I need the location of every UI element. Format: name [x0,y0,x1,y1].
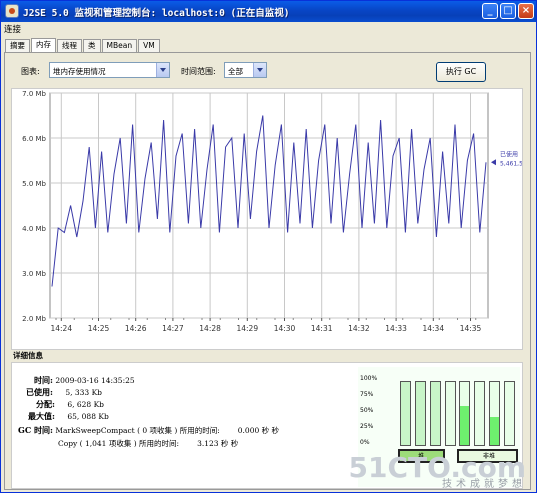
chevron-down-icon[interactable] [156,63,169,77]
x-tick-label: 14:33 [385,324,407,333]
pool-tick: 75% [360,391,374,398]
maximize-button[interactable]: □ [500,3,516,19]
legend-label: 已使用 [500,150,518,158]
allocated-label: 分配: [36,399,55,409]
pool-bar[interactable] [504,381,515,446]
gc-time-label: GC 时间: [18,425,53,435]
menu-connection[interactable]: 连接 [4,25,21,35]
gc-marksweep-text: MarkSweepCompact ( 0 项收集 ) 所用的时间: [55,426,220,435]
tab-strip: 摘要 内存 线程 类 MBean VM [5,38,161,53]
pool-tick: 25% [360,423,374,430]
x-tick-label: 14:26 [125,324,147,333]
close-button[interactable]: × [518,3,534,19]
y-tick-label: 7.0 Mb [22,90,46,98]
gc-copy-value: 3.123 秒 秒 [197,439,239,448]
pool-bar[interactable] [400,381,411,446]
tab-memory[interactable]: 内存 [31,38,56,52]
window-title: J2SE 5.0 监视和管理控制台: localhost:0 (正在自监视) [23,8,290,19]
chart-svg: 2.0 Mb 3.0 Mb 4.0 Mb 5.0 Mb 6.0 Mb 7.0 Mb 14:2… [22,90,531,333]
tab-classes[interactable]: 类 [83,39,101,52]
gc-marksweep-value: 0.000 秒 秒 [237,426,280,435]
x-tick-label: 14:34 [422,324,444,333]
pool-bar[interactable] [415,381,426,446]
java-app-icon [5,4,19,18]
time-range-value: 全部 [228,67,243,76]
menu-bar: 连接 [4,23,21,37]
chart-select-value: 堆内存使用情况 [53,67,106,76]
x-tick-label: 14:25 [88,324,110,333]
used-value: 5, 333 Kb [65,388,102,397]
y-tick-label: 5.0 Mb [22,180,46,188]
watermark-slogan: 技术成就梦想 [442,479,526,490]
pool-tick: 50% [360,407,374,414]
y-tick-label: 6.0 Mb [22,135,46,143]
pool-bar[interactable] [459,381,470,446]
max-label: 最大值: [28,411,55,421]
legend-value: 5,461,544 [500,160,522,167]
chevron-down-icon[interactable] [253,63,266,77]
gc-copy-text: Copy ( 1,041 项收集 ) 所用的时间: [58,439,180,448]
chart-label: 图表: [21,67,40,76]
x-tick-label: 14:29 [236,324,258,333]
time-range-select[interactable]: 全部 [224,62,267,78]
pool-bar[interactable] [474,381,485,446]
pool-bar-fill [460,405,469,445]
plot-area [49,92,489,319]
heap-usage-chart: 2.0 Mb 3.0 Mb 4.0 Mb 5.0 Mb 6.0 Mb 7.0 Mb 14:2… [11,88,531,350]
time-value: 2009-03-16 14:35:25 [55,376,135,385]
tab-threads[interactable]: 线程 [57,39,82,52]
current-value-marker [491,159,496,166]
time-range-label: 时间范围: [181,67,216,76]
x-tick-label: 14:30 [274,324,296,333]
y-tick-label: 4.0 Mb [22,225,46,233]
title-bar[interactable]: J2SE 5.0 监视和管理控制台: localhost:0 (正在自监视) _… [1,1,536,22]
max-value: 65, 088 Kb [67,412,109,421]
perform-gc-button[interactable]: 执行 GC [436,62,486,82]
x-tick-label: 14:27 [162,324,184,333]
x-tick-label: 14:32 [348,324,370,333]
tab-summary[interactable]: 摘要 [5,39,30,52]
chart-select[interactable]: 堆内存使用情况 [49,62,170,78]
pool-tick: 0% [360,439,370,446]
used-label: 已使用: [26,387,53,397]
tab-vm[interactable]: VM [138,39,160,52]
pool-bar[interactable] [489,381,500,446]
details-title: 详细信息 [13,351,43,360]
pool-bar[interactable] [445,381,456,446]
x-tick-label: 14:24 [50,324,72,333]
minimize-button[interactable]: _ [482,3,498,19]
pool-bar[interactable] [430,381,441,446]
y-tick-label: 3.0 Mb [22,270,46,278]
y-tick-label: 2.0 Mb [22,315,46,323]
x-tick-label: 14:35 [460,324,482,333]
pool-bar-fill [490,416,499,445]
memory-panel: 图表: 堆内存使用情况 时间范围: 全部 执行 GC 2.0 Mb 3.0 Mb 4… [4,52,531,490]
pool-tick: 100% [360,375,378,382]
allocated-value: 6, 628 Kb [67,400,104,409]
time-label: 时间: [34,375,53,385]
x-tick-label: 14:28 [199,324,221,333]
x-tick-label: 14:31 [311,324,333,333]
application-window: J2SE 5.0 监视和管理控制台: localhost:0 (正在自监视) _… [0,0,537,493]
tab-mbean[interactable]: MBean [101,39,138,52]
